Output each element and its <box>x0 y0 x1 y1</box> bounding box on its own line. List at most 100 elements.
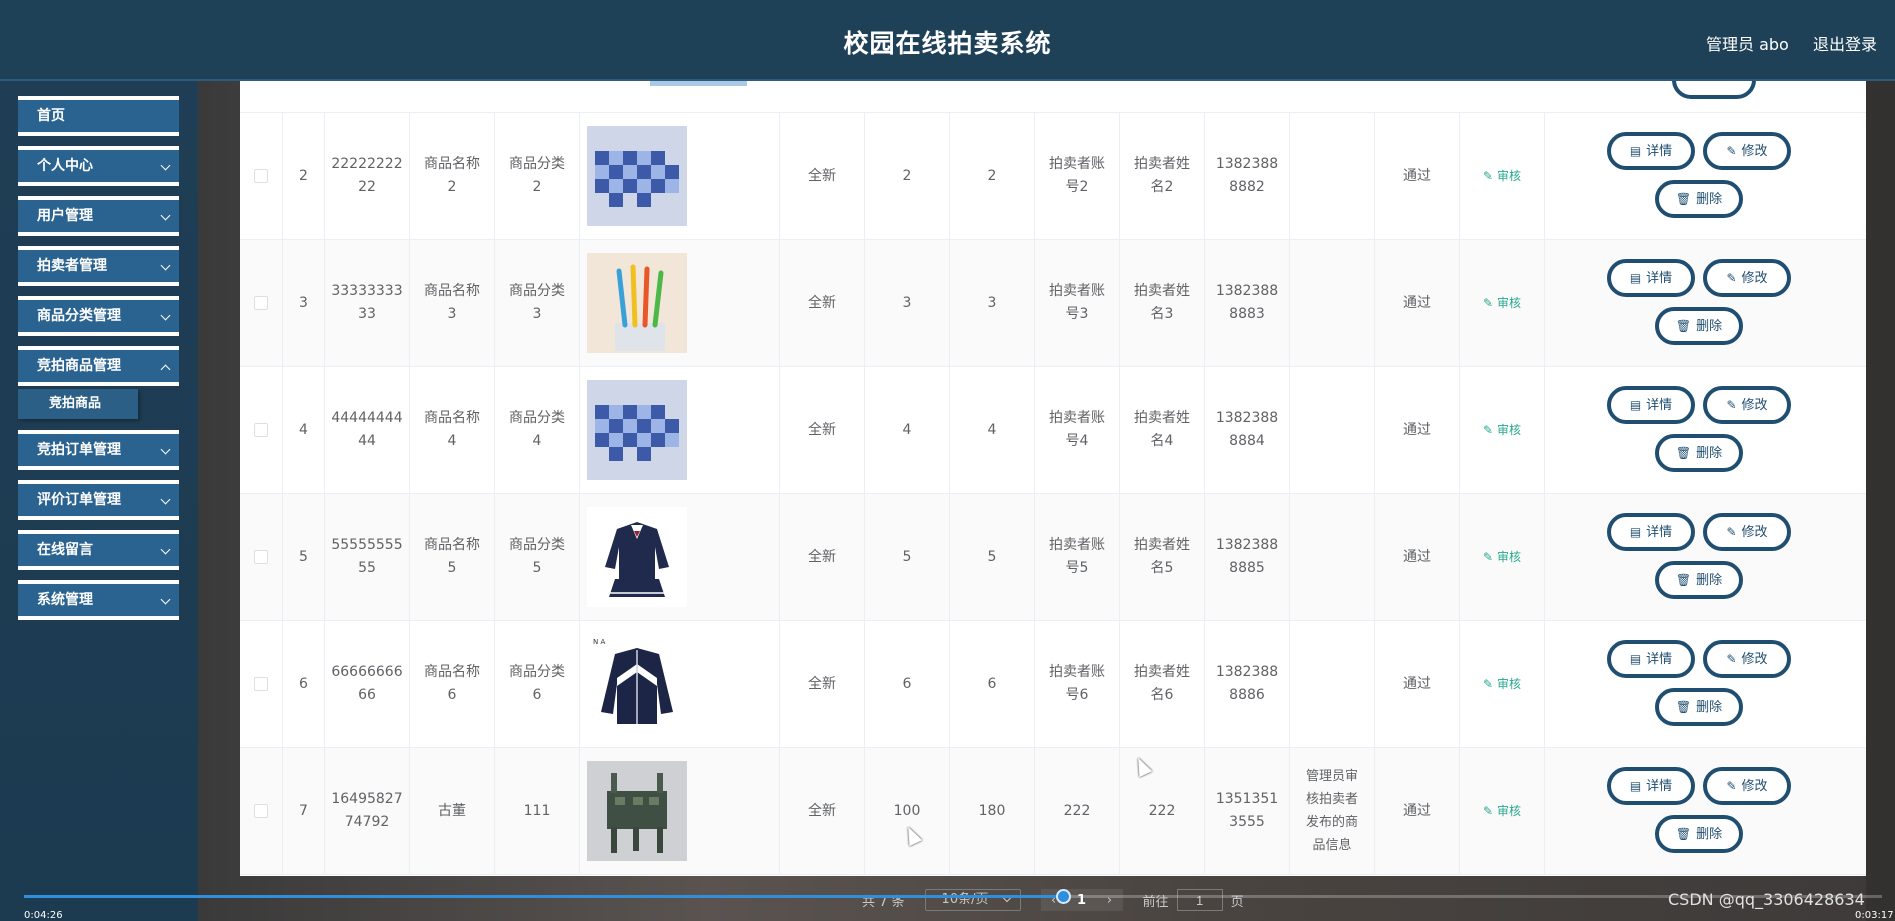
trash-icon: 🗑 <box>1675 572 1692 587</box>
cell-condition: 全新 <box>780 621 865 747</box>
sidebar-item-auction-order-management[interactable]: 竞拍订单管理 <box>18 430 179 470</box>
delete-button[interactable]: 🗑 删除 <box>1655 688 1743 726</box>
cell-start-price: 4 <box>865 367 950 493</box>
delete-button-label: 删除 <box>1696 445 1723 461</box>
table-row: 7 16495827 74792 古董 111 全新 100 180 222 222 1351351… <box>240 748 1866 875</box>
page-size-select[interactable]: 10条/页 <box>924 889 1021 911</box>
product-thumbnail[interactable] <box>587 380 687 480</box>
audit-button[interactable]: ✎ 审核 <box>1483 292 1521 315</box>
detail-button[interactable]: ▤ 详情 <box>1607 513 1695 551</box>
product-thumbnail[interactable]: N A <box>587 634 687 734</box>
edit-pen-icon: ✎ <box>1726 778 1737 793</box>
audit-button[interactable]: ✎ 审核 <box>1483 419 1521 442</box>
delete-button-partial[interactable] <box>1672 81 1756 99</box>
audit-button[interactable]: ✎ 审核 <box>1483 546 1521 569</box>
page-edge <box>1866 81 1895 921</box>
pagination: 共 7 条 10条/页 ‹ 1 › 前往 页 <box>862 889 1244 911</box>
edit-button[interactable]: ✎ 修改 <box>1703 640 1791 678</box>
chevron-down-icon <box>160 210 171 221</box>
sidebar-item-personal-center[interactable]: 个人中心 <box>18 146 179 186</box>
cell-current-price: 4 <box>950 367 1035 493</box>
sidebar-item-review-order-management[interactable]: 评价订单管理 <box>18 480 179 520</box>
audit-button[interactable]: ✎ 审核 <box>1483 800 1521 823</box>
sidebar-item-online-message[interactable]: 在线留言 <box>18 530 179 570</box>
audit-label: 审核 <box>1497 676 1522 691</box>
detail-button[interactable]: ▤ 详情 <box>1607 132 1695 170</box>
delete-button[interactable]: 🗑 删除 <box>1655 815 1743 853</box>
audit-cell: ✎ 审核 <box>1460 367 1545 493</box>
delete-button[interactable]: 🗑 删除 <box>1655 561 1743 599</box>
edit-button[interactable]: ✎ 修改 <box>1703 767 1791 805</box>
cell-category: 商品分类 2 <box>495 113 580 239</box>
edit-pen-icon: ✎ <box>1726 397 1737 412</box>
trash-icon: 🗑 <box>1675 318 1692 333</box>
delete-button[interactable]: 🗑 删除 <box>1655 307 1743 345</box>
row-checkbox-cell <box>240 748 283 874</box>
audit-cell: ✎ 审核 <box>1460 748 1545 874</box>
video-duration: 0:03:17 <box>1855 910 1894 921</box>
edit-button-label: 修改 <box>1741 270 1768 286</box>
product-thumbnail[interactable] <box>587 761 687 861</box>
detail-button[interactable]: ▤ 详情 <box>1607 767 1695 805</box>
product-thumbnail[interactable] <box>587 253 687 353</box>
cell-status: 通过 <box>1375 113 1460 239</box>
edit-button[interactable]: ✎ 修改 <box>1703 132 1791 170</box>
cell-current-price: 5 <box>950 494 1035 620</box>
cell-seller-name: 222 <box>1120 748 1205 874</box>
product-image-cell <box>580 240 780 366</box>
edit-button[interactable]: ✎ 修改 <box>1703 259 1791 297</box>
sidebar-item-category-management[interactable]: 商品分类管理 <box>18 296 179 336</box>
delete-button[interactable]: 🗑 删除 <box>1655 180 1743 218</box>
row-checkbox[interactable] <box>254 550 268 564</box>
cell-seller-account: 拍卖者账 号5 <box>1035 494 1120 620</box>
detail-button[interactable]: ▤ 详情 <box>1607 640 1695 678</box>
product-thumbnail[interactable] <box>587 126 687 226</box>
detail-button[interactable]: ▤ 详情 <box>1607 386 1695 424</box>
edit-button[interactable]: ✎ 修改 <box>1703 386 1791 424</box>
cell-reply: 管理员审 核拍卖者 发布的商 品信息 <box>1290 748 1375 874</box>
detail-button[interactable]: ▤ 详情 <box>1607 259 1695 297</box>
audit-label: 审核 <box>1497 549 1522 564</box>
goto-page-input[interactable] <box>1176 889 1223 911</box>
row-checkbox[interactable] <box>254 296 268 310</box>
edit-pen-icon: ✎ <box>1482 549 1494 564</box>
sidebar-item-home[interactable]: 首页 <box>18 96 179 136</box>
cell-index: 5 <box>283 494 325 620</box>
product-image-cell <box>580 113 780 239</box>
cell-index: 7 <box>283 748 325 874</box>
cell-code: 22222222 22 <box>325 113 410 239</box>
sidebar-item-auction-goods-management[interactable]: 竞拍商品管理 <box>18 346 179 386</box>
delete-button[interactable]: 🗑 删除 <box>1655 434 1743 472</box>
video-elapsed-time: 0:04:26 <box>24 910 63 921</box>
edit-pen-icon: ✎ <box>1482 422 1494 437</box>
edit-button[interactable]: ✎ 修改 <box>1703 513 1791 551</box>
cell-phone: 1382388 8885 <box>1205 494 1290 620</box>
cell-condition: 全新 <box>780 494 865 620</box>
sidebar-item-system-management[interactable]: 系统管理 <box>18 580 179 620</box>
audit-button[interactable]: ✎ 审核 <box>1483 673 1521 696</box>
row-checkbox[interactable] <box>254 169 268 183</box>
delete-button-label: 删除 <box>1696 826 1723 842</box>
video-progress-bar[interactable] <box>24 889 1882 904</box>
cell-seller-name: 拍卖者姓 名3 <box>1120 240 1205 366</box>
sidebar-item-seller-management[interactable]: 拍卖者管理 <box>18 246 179 286</box>
sidebar-item-label: 个人中心 <box>37 158 93 174</box>
logout-button[interactable]: 退出登录 <box>1813 31 1877 55</box>
cell-condition: 全新 <box>780 240 865 366</box>
actions-cell: ▤ 详情 ✎ 修改 🗑 删除 <box>1545 494 1866 620</box>
cell-status: 通过 <box>1375 621 1460 747</box>
cell-phone: 1382388 8886 <box>1205 621 1290 747</box>
audit-button[interactable]: ✎ 审核 <box>1483 165 1521 188</box>
actions-cell: ▤ 详情 ✎ 修改 🗑 删除 <box>1545 748 1866 874</box>
cell-condition: 全新 <box>780 748 865 874</box>
sidebar-item-user-management[interactable]: 用户管理 <box>18 196 179 236</box>
row-checkbox[interactable] <box>254 677 268 691</box>
watermark: CSDN @qq_3306428634 <box>1668 890 1865 909</box>
actions-cell: ▤ 详情 ✎ 修改 🗑 删除 <box>1545 621 1866 747</box>
sidebar-subitem-auction-goods[interactable]: 竞拍商品 <box>18 389 138 419</box>
row-checkbox[interactable] <box>254 423 268 437</box>
row-checkbox[interactable] <box>254 804 268 818</box>
delete-button-label: 删除 <box>1696 572 1723 588</box>
audit-cell: ✎ 审核 <box>1460 494 1545 620</box>
product-thumbnail[interactable] <box>587 507 687 607</box>
